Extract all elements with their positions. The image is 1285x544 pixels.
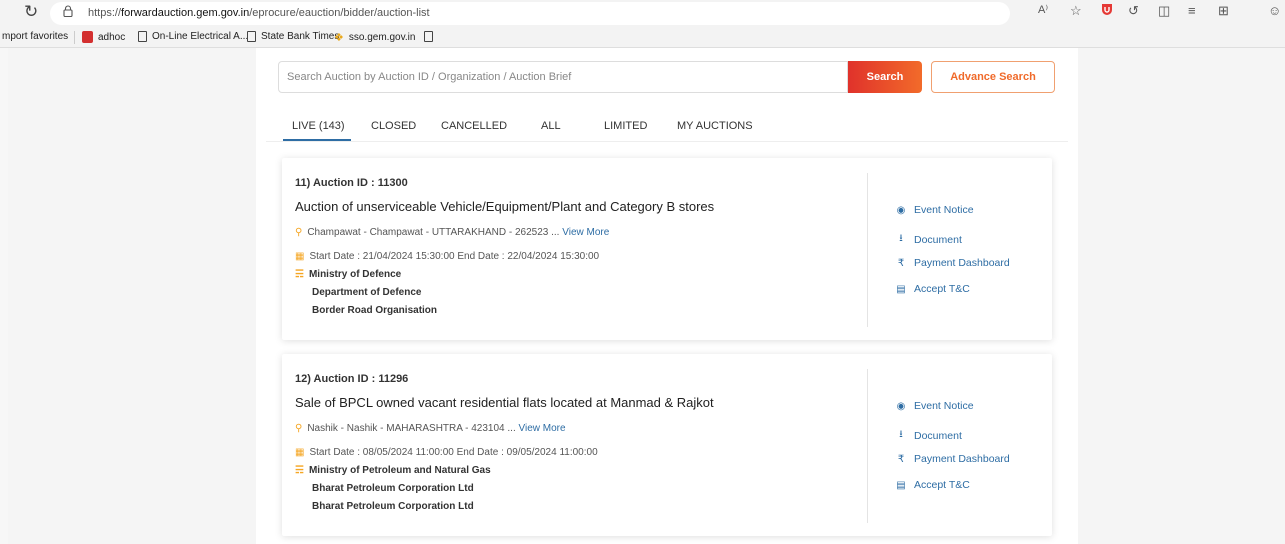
favorites-item-adhoc[interactable]: adhoc [82, 31, 125, 43]
page-icon [424, 31, 433, 42]
auction-location: ⚲ Nashik - Nashik - MAHARASHTRA - 423104 … [295, 423, 566, 434]
map-pin-icon: ⚲ [295, 227, 303, 238]
rupee-icon: ₹ [897, 453, 905, 465]
dates-text: Start Date : 21/04/2024 15:30:00 End Dat… [309, 251, 600, 262]
read-aloud-icon[interactable]: A⁾ [1038, 3, 1048, 16]
search-input[interactable] [278, 61, 848, 93]
bank-building-icon: ☴ [295, 465, 304, 476]
favorites-bar: mport favorites adhoc On-Line Electrical… [0, 28, 1285, 48]
sso-logo-icon: ❖ [334, 32, 344, 44]
calendar-icon: ▦ [295, 447, 305, 458]
download-icon: ⭳ [899, 429, 903, 440]
favorites-item-blank[interactable] [424, 31, 433, 42]
document-link[interactable]: ⭳ Document [896, 427, 962, 444]
tab-live[interactable]: LIVE (143) [292, 120, 345, 132]
action-label: Event Notice [914, 400, 974, 412]
card-divider [867, 173, 868, 327]
map-pin-icon: ⚲ [295, 423, 303, 434]
auction-title[interactable]: Auction of unserviceable Vehicle/Equipme… [295, 199, 714, 214]
url-box[interactable]: https://forwardauction.gem.gov.in/eprocu… [50, 2, 1010, 25]
favorites-item-sbt[interactable]: State Bank Times [247, 31, 339, 42]
dates-text: Start Date : 08/05/2024 11:00:00 End Dat… [309, 447, 598, 458]
auction-organisation: Bharat Petroleum Corporation Ltd [312, 501, 474, 512]
extension-shield-icon[interactable] [1100, 2, 1114, 19]
browser-address-bar: ↻ https://forwardauction.gem.gov.in/epro… [0, 0, 1285, 28]
pdf-icon [82, 31, 93, 43]
page-icon [138, 31, 147, 42]
favorites-item-label: State Bank Times [261, 31, 340, 42]
auction-ministry: ☴ Ministry of Petroleum and Natural Gas [295, 465, 491, 476]
location-text: Nashik - Nashik - MAHARASHTRA - 423104 .… [307, 423, 516, 434]
auction-organisation: Border Road Organisation [312, 305, 438, 316]
favorites-item-label: On-Line Electrical A... [152, 31, 249, 42]
eye-icon: ◉ [896, 400, 906, 412]
payment-dashboard-link[interactable]: ₹ Payment Dashboard [896, 257, 1010, 269]
advance-search-button[interactable]: Advance Search [931, 61, 1055, 93]
ministry-text: Ministry of Petroleum and Natural Gas [308, 465, 491, 476]
action-label: Payment Dashboard [914, 453, 1010, 465]
eye-icon: ◉ [896, 204, 906, 216]
collections-icon[interactable]: ⊞ [1218, 3, 1229, 19]
favorites-item-sso[interactable]: ❖ sso.gem.gov.in [334, 31, 415, 44]
auction-department: Department of Defence [312, 287, 422, 298]
tabs-divider [266, 141, 1068, 142]
favorites-item-electrical[interactable]: On-Line Electrical A... [138, 31, 248, 42]
reload-icon[interactable]: ↻ [24, 2, 38, 22]
tab-my-auctions[interactable]: MY AUCTIONS [677, 120, 753, 132]
auction-location: ⚲ Champawat - Champawat - UTTARAKHAND - 2… [295, 227, 609, 238]
payment-dashboard-link[interactable]: ₹ Payment Dashboard [896, 453, 1010, 465]
extensions-icon[interactable]: ↺ [1128, 3, 1139, 19]
auction-department: Bharat Petroleum Corporation Ltd [312, 483, 474, 494]
favorites-item-import[interactable]: mport favorites [2, 31, 68, 42]
event-notice-link[interactable]: ◉ Event Notice [896, 204, 974, 216]
profile-icon[interactable]: ☺ [1268, 3, 1281, 18]
tab-all[interactable]: ALL [541, 120, 561, 132]
action-label: Payment Dashboard [914, 257, 1010, 269]
page-icon [247, 31, 256, 42]
favorites-divider [74, 31, 75, 44]
auction-id: 11) Auction ID : 11300 [295, 177, 408, 189]
favorites-icon[interactable]: ≡ [1188, 3, 1196, 18]
action-label: Accept T&C [914, 479, 970, 491]
auction-card: 11) Auction ID : 11300 Auction of unserv… [282, 158, 1052, 340]
auction-id: 12) Auction ID : 11296 [295, 373, 409, 385]
tab-cancelled[interactable]: CANCELLED [441, 120, 507, 132]
left-pane [8, 48, 256, 544]
favorite-star-icon[interactable]: ☆ [1070, 3, 1082, 19]
accept-tc-link[interactable]: ▤ Accept T&C [896, 479, 970, 491]
tab-closed[interactable]: CLOSED [371, 120, 416, 132]
ministry-text: Ministry of Defence [308, 269, 402, 280]
view-more-link[interactable]: View More [519, 423, 566, 434]
right-pane [1078, 48, 1285, 544]
file-check-icon: ▤ [896, 479, 906, 491]
action-label: Document [914, 233, 962, 246]
bank-building-icon: ☴ [295, 269, 304, 280]
location-text: Champawat - Champawat - UTTARAKHAND - 26… [307, 227, 560, 238]
action-label: Accept T&C [914, 283, 970, 295]
auction-dates: ▦ Start Date : 08/05/2024 11:00:00 End Da… [295, 447, 598, 458]
favorites-item-label: mport favorites [2, 31, 69, 42]
accept-tc-link[interactable]: ▤ Accept T&C [896, 283, 970, 295]
action-label: Event Notice [914, 204, 974, 216]
auction-title[interactable]: Sale of BPCL owned vacant residential fl… [295, 395, 714, 410]
split-screen-icon[interactable]: ◫ [1158, 3, 1170, 19]
favorites-item-label: adhoc [98, 31, 126, 43]
auction-ministry: ☴ Ministry of Defence [295, 269, 401, 280]
calendar-icon: ▦ [295, 251, 305, 262]
favorites-item-label: sso.gem.gov.in [348, 32, 416, 43]
tab-limited[interactable]: LIMITED [604, 120, 647, 132]
search-button[interactable]: Search [848, 61, 922, 93]
view-more-link[interactable]: View More [562, 227, 609, 238]
card-divider [867, 369, 868, 523]
file-check-icon: ▤ [896, 283, 906, 295]
document-link[interactable]: ⭳ Document [896, 231, 962, 248]
auction-card: 12) Auction ID : 11296 Sale of BPCL owne… [282, 354, 1052, 536]
lock-icon [63, 5, 73, 17]
auction-dates: ▦ Start Date : 21/04/2024 15:30:00 End Da… [295, 251, 599, 262]
action-label: Document [914, 429, 962, 442]
rupee-icon: ₹ [897, 257, 905, 269]
download-icon: ⭳ [899, 233, 903, 244]
event-notice-link[interactable]: ◉ Event Notice [896, 400, 974, 412]
url-text: https://forwardauction.gem.gov.in/eprocu… [88, 7, 430, 19]
